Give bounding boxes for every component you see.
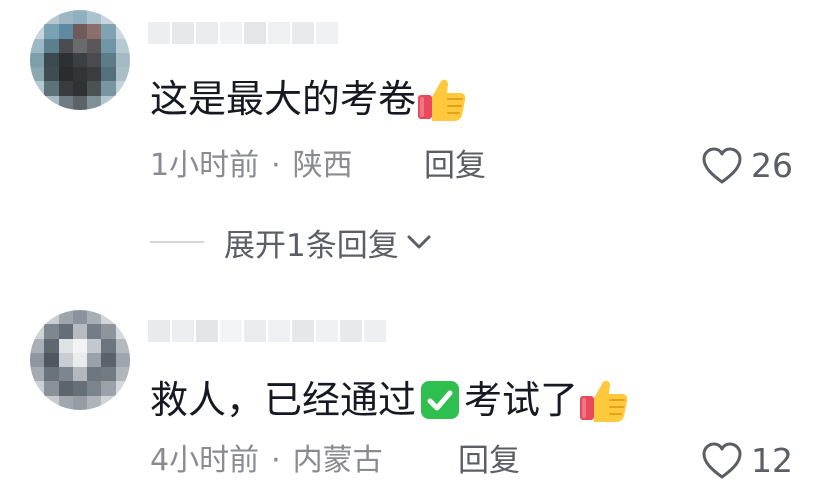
comment-time: 1小时前 xyxy=(150,148,260,183)
avatar[interactable] xyxy=(30,10,130,110)
comment-list: 这是最大的考卷 1小时前 · 陕西 回复 26 展开1条回复 救人，已经通过 考… xyxy=(0,0,829,498)
comment-text: 这是最大的考卷 xyxy=(150,73,468,125)
chevron-down-icon xyxy=(407,235,431,249)
expand-replies-label: 展开1条回复 xyxy=(224,227,399,264)
comment-time: 4小时前 xyxy=(150,443,260,478)
meta-separator: · xyxy=(271,443,281,478)
meta-separator: · xyxy=(271,148,281,183)
heart-icon xyxy=(702,442,742,479)
comment-meta: 4小时前 · 内蒙古 xyxy=(150,441,383,481)
like-count: 12 xyxy=(751,441,793,480)
comment-location: 陕西 xyxy=(292,148,353,183)
divider-line xyxy=(150,241,204,243)
like-button[interactable]: 12 xyxy=(701,441,793,481)
username-blurred[interactable] xyxy=(148,22,338,48)
username-blurred[interactable] xyxy=(148,320,386,346)
comment-text-body-end: 考试了 xyxy=(464,378,579,422)
comment-location: 内蒙古 xyxy=(292,443,383,478)
like-button[interactable]: 26 xyxy=(701,146,793,186)
like-count: 26 xyxy=(751,146,793,185)
check-mark-icon xyxy=(421,381,460,419)
heart-icon xyxy=(702,147,742,184)
reply-button[interactable]: 回复 xyxy=(424,146,486,186)
reply-button[interactable]: 回复 xyxy=(458,441,520,481)
comment-meta: 1小时前 · 陕西 xyxy=(150,146,353,186)
avatar[interactable] xyxy=(30,310,130,410)
expand-replies-button[interactable]: 展开1条回复 xyxy=(150,220,433,264)
comment-text-body: 这是最大的考卷 xyxy=(150,77,417,121)
thumbs-up-icon xyxy=(418,79,466,121)
comment-text-body-start: 救人，已经通过 xyxy=(150,378,417,422)
thumbs-up-icon xyxy=(580,380,628,422)
comment-text: 救人，已经通过 考试了 xyxy=(150,374,630,426)
